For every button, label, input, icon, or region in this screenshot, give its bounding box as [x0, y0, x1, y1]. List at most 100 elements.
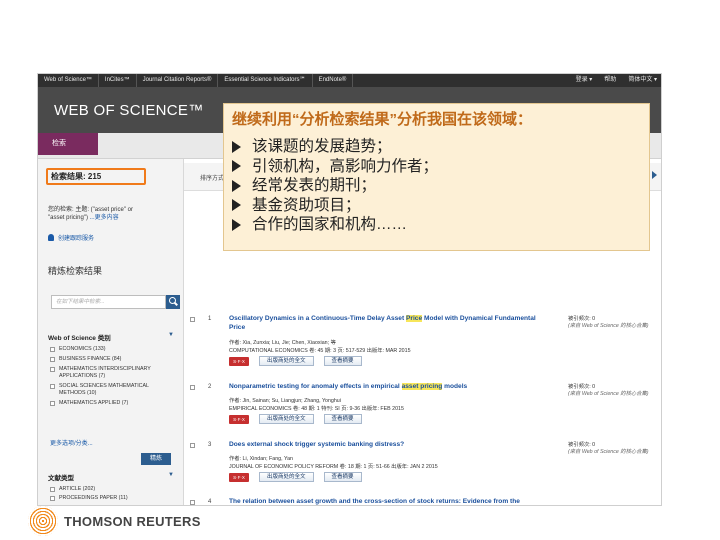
more-query-link[interactable]: ...更多内容 — [90, 215, 119, 221]
arrow-bullet-icon — [232, 140, 241, 153]
callout-item: 经常发表的期刊； — [232, 176, 438, 196]
query-summary-cont: "asset pricing") ...更多内容 — [48, 212, 119, 221]
result-actions: S·F·X 出版商处的全文 查看摘要 — [229, 414, 362, 424]
result-number: 1 — [208, 316, 212, 322]
checkbox[interactable] — [50, 487, 55, 492]
result-checkbox[interactable] — [190, 500, 195, 505]
arrow-bullet-icon — [232, 179, 241, 192]
more-options-link[interactable]: 更多选项/分类... — [50, 438, 93, 447]
refine-button[interactable]: 精炼 — [141, 453, 171, 465]
sfx-link-button[interactable]: S·F·X — [229, 356, 249, 366]
sort-label[interactable]: 排序方式 — [200, 173, 224, 182]
results-count: 检索结果: 215 — [46, 168, 146, 185]
full-text-button[interactable]: 出版商处的全文 — [259, 472, 314, 482]
doctype-heading-label: 文献类型 — [48, 475, 74, 482]
login-menu[interactable]: 登录 ▾ — [570, 74, 599, 87]
result-title-link[interactable]: The relation between asset growth and th… — [229, 498, 544, 505]
full-text-button[interactable]: 出版商处的全文 — [259, 414, 314, 424]
category-heading-label: Web of Science 类别 — [48, 335, 111, 342]
topnav-right-menu: 登录 ▾ 帮助 简体中文 ▾ — [570, 74, 661, 87]
checkbox[interactable] — [50, 357, 55, 362]
refine-sidebar: 检索结果: 215 您的检索: 主题: ("asset price" or "a… — [38, 159, 184, 505]
top-navigation-bar: Web of Science™ InCites™ Journal Citatio… — [38, 74, 661, 87]
category-filter-heading[interactable]: Web of Science 类别 ▼ — [48, 332, 174, 342]
result-number: 4 — [208, 499, 212, 505]
category-filter-item[interactable]: BUSINESS FINANCE (84) — [50, 356, 175, 363]
checkbox[interactable] — [50, 367, 55, 372]
result-checkbox[interactable] — [190, 443, 195, 448]
view-abstract-button[interactable]: 查看摘要 — [323, 414, 362, 424]
create-alert-label: 创建跟踪服务 — [58, 236, 95, 242]
callout-list: 该课题的发展趋势； 引领机构，高影响力作者； 经常发表的期刊； 基金资助项目； … — [232, 137, 438, 235]
next-page-arrow-icon[interactable] — [652, 171, 657, 179]
nav-link-incites[interactable]: InCites™ — [99, 74, 137, 87]
doctype-filter-item[interactable]: ARTICLE (202) — [50, 486, 128, 493]
category-filter-item[interactable]: ECONOMICS (133) — [50, 346, 175, 353]
query-text: "asset pricing") — [48, 215, 88, 221]
result-title-link[interactable]: Does external shock trigger systemic ban… — [229, 441, 544, 450]
thomson-reuters-logo: THOMSON REUTERS — [28, 506, 201, 536]
result-authors: 作者: Li, Xindan; Fang, Yan — [229, 456, 293, 462]
search-term-highlight: Price — [406, 315, 423, 322]
checkbox[interactable] — [50, 347, 55, 352]
result-actions: S·F·X 出版商处的全文 查看摘要 — [229, 356, 362, 366]
brand-name: THOMSON REUTERS — [64, 513, 201, 529]
refine-results-title: 精炼检索结果 — [48, 266, 103, 276]
result-source: JOURNAL OF ECONOMIC POLICY REFORM 卷: 18 … — [229, 464, 438, 470]
nav-link-endnote[interactable]: EndNote® — [313, 74, 354, 87]
callout-item: 该课题的发展趋势； — [232, 137, 438, 157]
result-title-link[interactable]: Oscillatory Dynamics in a Continuous-Tim… — [229, 315, 544, 332]
category-filter-item[interactable]: SOCIAL SCIENCES MATHEMATICAL METHODS (10… — [50, 383, 175, 397]
nav-link-jcr[interactable]: Journal Citation Reports® — [137, 74, 219, 87]
times-cited: 被引频次: 0 (来自 Web of Science 的核心合集) — [568, 384, 649, 397]
callout-item: 引领机构，高影响力作者； — [232, 157, 438, 177]
create-alert-link[interactable]: 创建跟踪服务 — [48, 233, 94, 242]
times-cited: 被引频次: 0 (来自 Web of Science 的核心合集) — [568, 316, 649, 329]
checkbox[interactable] — [50, 384, 55, 389]
view-abstract-button[interactable]: 查看摘要 — [323, 356, 362, 366]
result-checkbox[interactable] — [190, 317, 195, 322]
result-authors: 作者: Xia, Zunxia; Liu, Jie; Chen, Xiaoxia… — [229, 340, 336, 346]
result-number: 2 — [208, 384, 212, 390]
doctype-filter-heading[interactable]: 文献类型 ▼ — [48, 472, 174, 482]
language-menu[interactable]: 简体中文 ▾ — [622, 74, 661, 87]
category-filter-list: ECONOMICS (133) BUSINESS FINANCE (84) MA… — [50, 346, 175, 410]
reuters-dot-logo-icon — [28, 506, 58, 536]
result-authors: 作者: Jin, Sainan; Su, Liangjun; Zhang, Yo… — [229, 398, 341, 404]
search-icon[interactable] — [166, 295, 180, 309]
sfx-link-button[interactable]: S·F·X — [229, 472, 249, 482]
tab-search[interactable]: 检索 — [38, 133, 98, 155]
result-title-link[interactable]: Nonparametric testing for anomaly effect… — [229, 383, 544, 392]
view-abstract-button[interactable]: 查看摘要 — [323, 472, 362, 482]
doctype-filter-list: ARTICLE (202) PROCEEDINGS PAPER (11) — [50, 486, 128, 504]
callout-title: 继续利用“分析检索结果”分析我国在该领域： — [232, 111, 533, 128]
result-actions: S·F·X 出版商处的全文 查看摘要 — [229, 472, 362, 482]
arrow-bullet-icon — [232, 160, 241, 173]
result-number: 3 — [208, 442, 212, 448]
refine-search-input[interactable]: 在如下结果中检索... — [51, 295, 166, 309]
category-filter-item[interactable]: MATHEMATICS APPLIED (7) — [50, 400, 175, 407]
nav-link-esi[interactable]: Essential Science Indicators℠ — [218, 74, 313, 87]
annotation-callout: 继续利用“分析检索结果”分析我国在该领域： 该课题的发展趋势； 引领机构，高影响… — [223, 103, 650, 251]
times-cited: 被引频次: 0 (来自 Web of Science 的核心合集) — [568, 442, 649, 455]
arrow-bullet-icon — [232, 199, 241, 212]
full-text-button[interactable]: 出版商处的全文 — [259, 356, 314, 366]
sfx-link-button[interactable]: S·F·X — [229, 414, 249, 424]
nav-link-wos[interactable]: Web of Science™ — [38, 74, 99, 87]
chevron-down-icon[interactable]: ▼ — [168, 472, 174, 478]
doctype-filter-item[interactable]: PROCEEDINGS PAPER (11) — [50, 495, 128, 502]
callout-item: 合作的国家和机构…… — [232, 215, 438, 235]
help-link[interactable]: 帮助 — [598, 74, 622, 87]
category-filter-item[interactable]: MATHEMATICS INTERDISCIPLINARY APPLICATIO… — [50, 366, 175, 380]
wos-logo[interactable]: WEB OF SCIENCE™ — [54, 102, 204, 119]
bell-icon — [48, 234, 54, 241]
result-source: COMPUTATIONAL ECONOMICS 卷: 45 期: 3 页: 51… — [229, 348, 411, 354]
result-checkbox[interactable] — [190, 385, 195, 390]
arrow-bullet-icon — [232, 218, 241, 231]
chevron-down-icon[interactable]: ▼ — [168, 332, 174, 338]
search-term-highlight: asset pricing — [401, 383, 443, 390]
checkbox[interactable] — [50, 496, 55, 501]
callout-item: 基金资助项目； — [232, 196, 438, 216]
result-source: EMPIRICAL ECONOMICS 卷: 48 期: 1 特刊: SI 页:… — [229, 406, 404, 412]
checkbox[interactable] — [50, 401, 55, 406]
